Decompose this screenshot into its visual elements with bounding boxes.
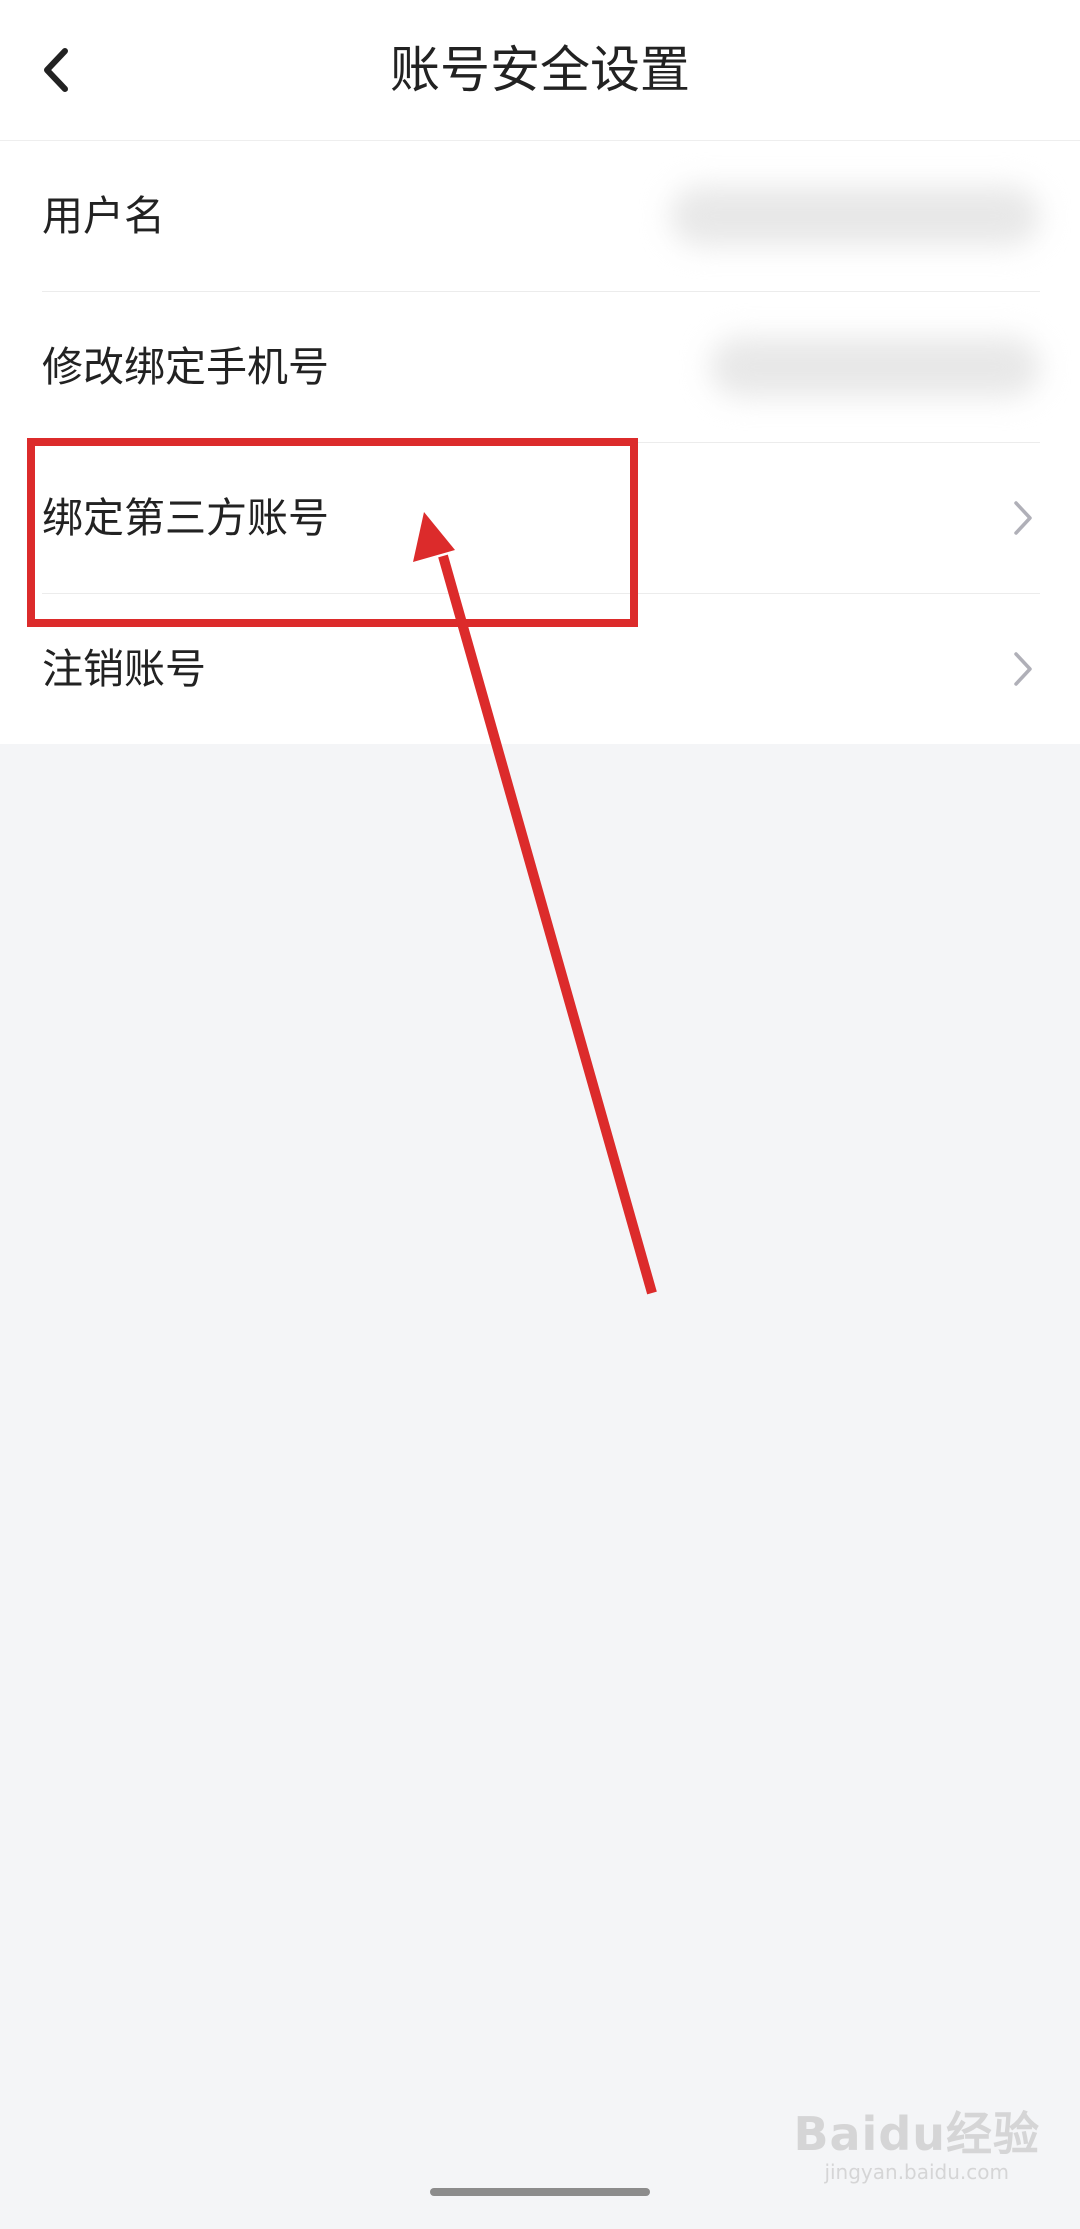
watermark: Baidu经验 jingyan.baidu.com <box>793 2108 1040 2184</box>
chevron-right-icon <box>1008 498 1038 538</box>
page-title: 账号安全设置 <box>390 41 690 99</box>
setting-row-delete-account[interactable]: 注销账号 <box>42 594 1040 744</box>
settings-list: 用户名 修改绑定手机号 绑定第三方账号 注销账号 <box>0 141 1080 744</box>
home-indicator[interactable] <box>430 2188 650 2196</box>
chevron-right-icon <box>1008 649 1038 689</box>
setting-label-change-phone: 修改绑定手机号 <box>42 343 329 391</box>
setting-row-change-phone[interactable]: 修改绑定手机号 <box>42 292 1040 443</box>
watermark-url: jingyan.baidu.com <box>824 2160 1009 2184</box>
setting-label-username: 用户名 <box>42 192 165 240</box>
top-nav-bar: 账号安全设置 <box>0 0 1080 141</box>
phone-value-blurred <box>710 337 1040 397</box>
setting-row-third-party[interactable]: 绑定第三方账号 <box>42 443 1040 594</box>
setting-label-delete-account: 注销账号 <box>42 645 206 693</box>
setting-label-third-party: 绑定第三方账号 <box>42 494 329 542</box>
watermark-logo: Baidu经验 <box>793 2107 1040 2161</box>
setting-row-username[interactable]: 用户名 <box>42 141 1040 292</box>
username-value-blurred <box>670 186 1040 246</box>
